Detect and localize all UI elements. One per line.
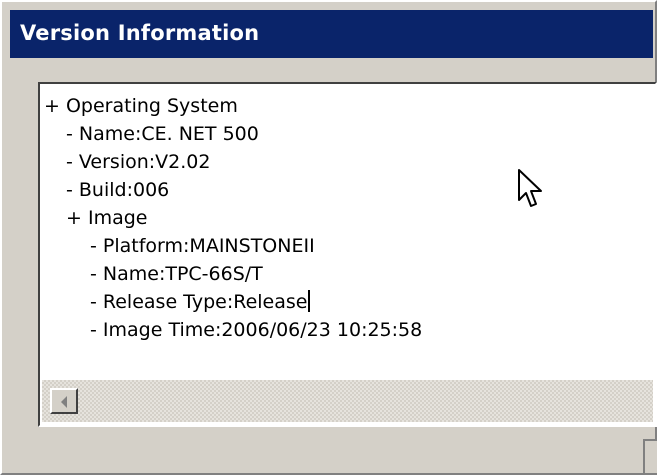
tree-item-label: - Release Type:Release — [90, 291, 308, 313]
horizontal-scrollbar[interactable] — [42, 380, 653, 422]
scroll-left-button[interactable] — [50, 388, 78, 414]
mouse-pointer-icon — [518, 169, 542, 207]
title-bar[interactable]: Version Information — [10, 10, 653, 58]
tree-item-image-name[interactable]: - Name:TPC-66S/T — [44, 260, 422, 288]
tree-node-operating-system[interactable]: + Operating System — [44, 92, 422, 120]
tree-node-label: + Operating System — [44, 95, 238, 117]
scroll-left-arrow-icon — [61, 396, 67, 408]
tree-item-label: - Image Time:2006/06/23 10:25:58 — [90, 319, 423, 341]
tree-item-os-name[interactable]: - Name:CE. NET 500 — [44, 120, 422, 148]
tree-item-label: - Version:V2.02 — [66, 151, 211, 173]
window-corner-control — [643, 439, 657, 473]
tree-item-label: - Build:006 — [66, 179, 170, 201]
text-caret — [308, 290, 311, 312]
version-tree: + Operating System - Name:CE. NET 500 - … — [44, 92, 422, 344]
tree-item-label: - Name:CE. NET 500 — [66, 123, 259, 145]
tree-item-platform[interactable]: - Platform:MAINSTONEII — [44, 232, 422, 260]
tree-item-release-type[interactable]: - Release Type:Release — [44, 288, 422, 316]
tree-item-build[interactable]: - Build:006 — [44, 176, 422, 204]
tree-item-version[interactable]: - Version:V2.02 — [44, 148, 422, 176]
tree-item-label: - Name:TPC-66S/T — [90, 263, 263, 285]
tree-node-image[interactable]: + Image — [44, 204, 422, 232]
window-title: Version Information — [20, 21, 260, 45]
version-info-window: Version Information + Operating System -… — [0, 0, 657, 475]
version-tree-panel[interactable]: + Operating System - Name:CE. NET 500 - … — [38, 82, 657, 427]
tree-item-image-time[interactable]: - Image Time:2006/06/23 10:25:58 — [44, 316, 422, 344]
tree-item-label: - Platform:MAINSTONEII — [90, 235, 315, 257]
tree-node-label: + Image — [66, 207, 148, 229]
